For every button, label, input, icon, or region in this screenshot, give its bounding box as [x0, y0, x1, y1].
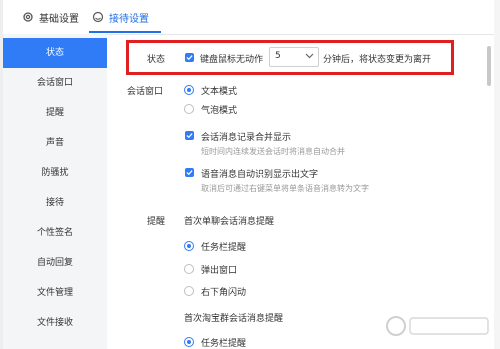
top-tab-bar: 基础设置 接待设置: [0, 0, 500, 35]
merge-messages-hint: 短时间内连续发送会话时将消息自动合并: [201, 147, 345, 156]
tab-basic-settings-label: 基础设置: [39, 13, 79, 25]
taskbar-reminder-label: 任务栏提醒: [201, 243, 247, 253]
popup-window-label: 弹出窗口: [201, 266, 238, 276]
voice-to-text-label: 语音消息自动识别显示出文字: [201, 170, 319, 180]
headset-icon: [92, 11, 104, 23]
session-window-section-label: 会话窗口: [127, 87, 164, 97]
sidebar-item-sound[interactable]: 声音: [3, 128, 107, 158]
highlight-box: [126, 40, 454, 75]
checkmark-icon: [186, 133, 193, 139]
first-group-reminder-title: 首次淘宝群会话消息提醒: [184, 314, 284, 324]
popup-window-radio[interactable]: [184, 264, 194, 274]
vertical-scrollbar[interactable]: [487, 46, 491, 86]
voice-to-text-checkbox[interactable]: [185, 168, 194, 177]
sidebar-item-anti-harassment[interactable]: 防骚扰: [3, 158, 107, 188]
sidebar-item-session-window[interactable]: 会话窗口: [3, 68, 107, 98]
text-mode-radio[interactable]: [184, 85, 194, 95]
active-tab-indicator: [89, 31, 161, 33]
voice-to-text-hint: 取消后可通过右键菜单将单条语音消息转为文字: [201, 184, 369, 193]
first-single-reminder-title: 首次单聊会话消息提醒: [184, 217, 275, 227]
corner-flash-label: 右下角闪动: [201, 288, 247, 298]
bubble-mode-radio[interactable]: [184, 104, 194, 114]
group-taskbar-reminder-radio[interactable]: [184, 337, 194, 347]
sidebar-item-reminder[interactable]: 提醒: [3, 98, 107, 128]
settings-sidebar: 状态 会话窗口 提醒 声音 防骚扰 接待 个性签名 自动回复 文件管理 文件接收: [3, 34, 107, 349]
tab-basic-settings[interactable]: 基础设置: [22, 0, 79, 34]
sidebar-item-auto-reply[interactable]: 自动回复: [3, 248, 107, 278]
group-taskbar-reminder-label: 任务栏提醒: [201, 339, 247, 349]
sidebar-item-file-management[interactable]: 文件管理: [3, 278, 107, 308]
reminder-section-label: 提醒: [147, 217, 166, 227]
bubble-mode-label: 气泡模式: [201, 106, 238, 116]
merge-messages-label: 会话消息记录合并显示: [201, 133, 292, 143]
tab-reception-settings-label: 接待设置: [109, 13, 149, 25]
sidebar-item-signature[interactable]: 个性签名: [3, 218, 107, 248]
taskbar-reminder-radio[interactable]: [184, 241, 194, 251]
window-right-edge: [494, 0, 500, 349]
tab-reception-settings[interactable]: 接待设置: [92, 0, 149, 34]
text-mode-label: 文本模式: [201, 87, 238, 97]
sidebar-item-file-receive[interactable]: 文件接收: [3, 308, 107, 338]
watermark-logo: [386, 316, 489, 336]
sidebar-item-status[interactable]: 状态: [3, 38, 107, 68]
merge-messages-checkbox[interactable]: [185, 131, 194, 140]
gear-icon: [23, 12, 33, 22]
checkmark-icon: [186, 170, 193, 176]
corner-flash-radio[interactable]: [184, 286, 194, 296]
sidebar-item-reception[interactable]: 接待: [3, 188, 107, 218]
